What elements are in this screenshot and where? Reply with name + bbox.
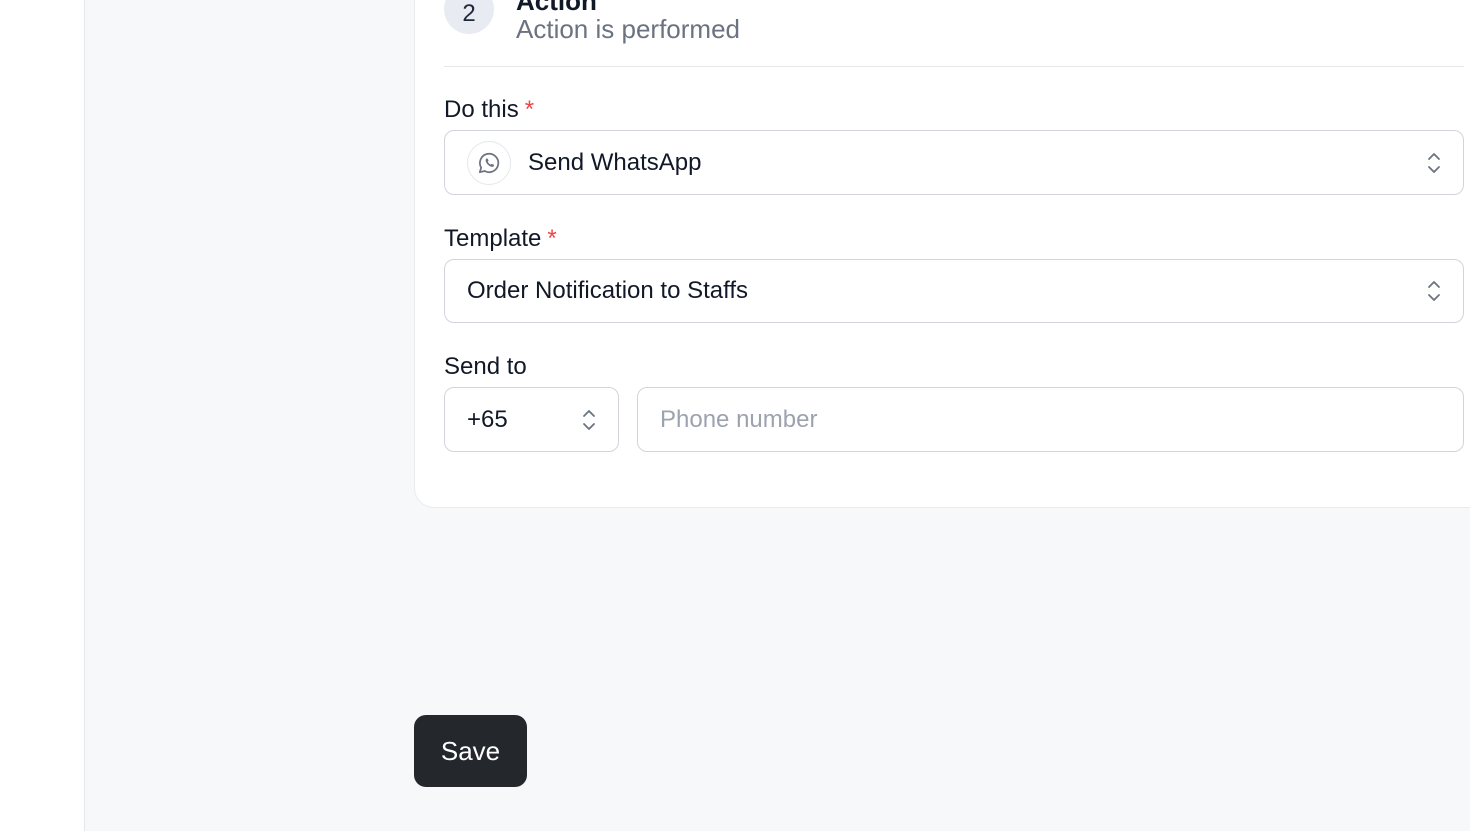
save-button[interactable]: Save (414, 715, 527, 787)
action-select-value: Send WhatsApp (528, 148, 702, 176)
required-mark: * (547, 225, 557, 252)
do-this-label-row: Do this * (444, 96, 534, 124)
action-select[interactable]: Send WhatsApp (444, 130, 1464, 195)
country-code-value: +65 (467, 405, 508, 433)
whatsapp-icon (467, 140, 511, 185)
step-subtitle: Action is performed (516, 14, 740, 44)
do-this-label: Do this (444, 96, 519, 123)
chevron-up-down-icon (583, 409, 595, 430)
template-label: Template (444, 225, 542, 252)
template-select[interactable]: Order Notification to Staffs (444, 259, 1464, 323)
template-select-value: Order Notification to Staffs (467, 277, 749, 304)
chevron-up-down-icon (1428, 281, 1440, 301)
divider (444, 66, 1464, 67)
send-to-label: Send to (444, 353, 527, 380)
chevron-up-down-icon (1428, 152, 1440, 173)
sidebar (0, 0, 85, 831)
template-label-row: Template * (444, 225, 557, 253)
country-code-select[interactable]: +65 (444, 387, 619, 452)
required-mark: * (524, 96, 535, 123)
phone-number-input[interactable] (637, 387, 1464, 452)
